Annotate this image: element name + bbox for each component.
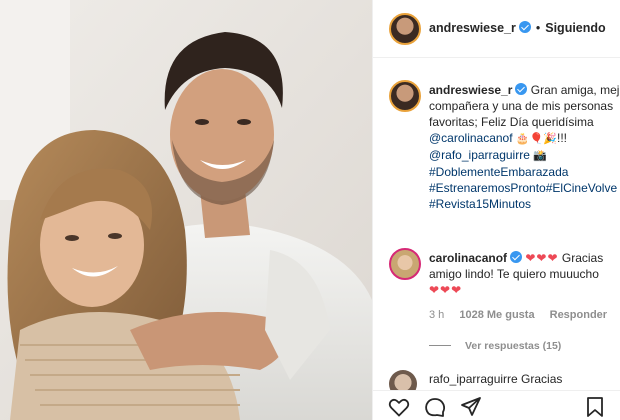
caption-username[interactable]: andreswiese_r	[429, 83, 512, 97]
comment: carolinacanof ❤❤❤ Gracias amigo lindo! T…	[429, 250, 620, 298]
post-header: andreswiese_r • Siguiendo	[373, 0, 620, 58]
comment-meta: 3 h 1028 Me gusta Responder	[429, 309, 619, 321]
comment-text: Gracias	[561, 251, 604, 265]
separator-dot: •	[535, 21, 541, 35]
comment-bubble-icon[interactable]	[423, 395, 447, 419]
red-heart-emoji-icon: ❤❤❤	[429, 283, 463, 297]
paper-plane-icon[interactable]	[459, 395, 483, 419]
hashtag-link[interactable]: #EstrenaremosPronto	[429, 181, 546, 195]
post-photo[interactable]	[0, 0, 372, 420]
heart-outline-icon[interactable]	[387, 395, 411, 419]
post-photo-illustration	[0, 0, 372, 420]
action-bar	[373, 390, 620, 420]
author-username[interactable]: andreswiese_r	[429, 21, 516, 35]
caption-text: compañera y una de mis personas	[429, 99, 614, 113]
red-heart-emoji-icon: ❤❤❤	[525, 251, 559, 265]
caption-author-avatar[interactable]	[389, 80, 421, 112]
verified-badge-icon	[515, 83, 528, 95]
next-comment: rafo_iparraguirre Gracias	[429, 372, 563, 386]
verified-badge-icon	[518, 21, 531, 33]
mention-link[interactable]: @rafo_iparraguirre	[429, 148, 530, 162]
caption-text: !!!	[557, 131, 568, 145]
hashtag-link[interactable]: #ElCineVolve	[546, 181, 617, 195]
comment-time[interactable]: 3 h	[429, 309, 444, 321]
caption-text: favoritas; Feliz Día queridísima	[429, 115, 594, 129]
view-replies-label: Ver respuestas (15)	[465, 340, 562, 352]
commenter-avatar[interactable]	[389, 248, 421, 280]
post-caption: andreswiese_r Gran amiga, mej compañera …	[429, 82, 620, 212]
reply-button[interactable]: Responder	[550, 309, 607, 321]
verified-badge-icon	[510, 251, 523, 263]
camera-emoji-icon: 📸	[533, 150, 547, 162]
author-avatar[interactable]	[389, 13, 421, 45]
replies-divider	[429, 345, 451, 346]
caption-text: Gran amiga, mej	[530, 83, 620, 97]
hashtag-link[interactable]: #Revista15Minutos	[429, 197, 531, 211]
view-replies-button[interactable]: Ver respuestas (15)	[429, 340, 561, 352]
commenter-username[interactable]: carolinacanof	[429, 251, 507, 265]
header-user-line: andreswiese_r • Siguiendo	[429, 21, 606, 35]
hashtag-link[interactable]: #DoblementeEmbarazada	[429, 165, 568, 179]
mention-link[interactable]: @carolinacanof	[429, 131, 513, 145]
comment-text: amigo lindo! Te quiero muuucho	[429, 267, 599, 281]
post-side-panel: andreswiese_r • Siguiendo andreswiese_r Gr…	[372, 0, 620, 420]
comment-likes[interactable]: 1028 Me gusta	[459, 309, 534, 321]
following-button[interactable]: Siguiendo	[545, 21, 605, 35]
bookmark-icon[interactable]	[583, 395, 607, 419]
cake-emoji-icon: 🎂🎈🎉	[515, 133, 557, 145]
